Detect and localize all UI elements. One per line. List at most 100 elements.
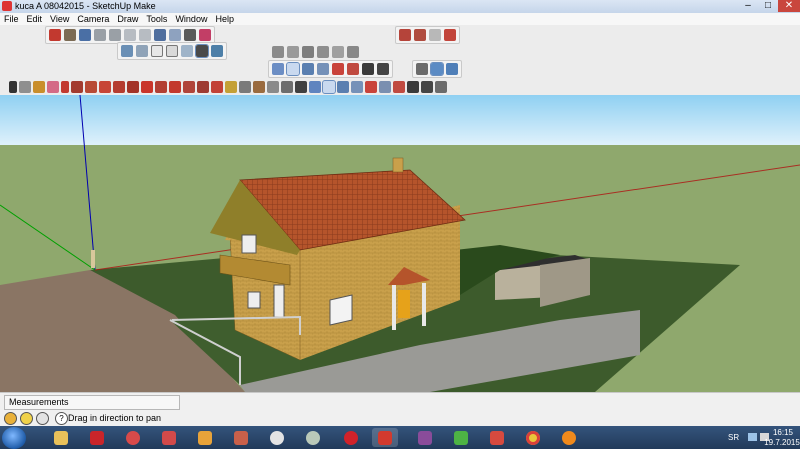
model-scene[interactable] bbox=[0, 95, 800, 392]
select-icon[interactable] bbox=[9, 81, 17, 93]
hidden-line-icon[interactable] bbox=[166, 45, 178, 57]
line-icon[interactable] bbox=[61, 81, 69, 93]
dimension-icon[interactable] bbox=[267, 81, 279, 93]
close-button[interactable]: ✕ bbox=[778, 0, 800, 12]
style-builder-icon[interactable] bbox=[484, 428, 510, 447]
top-view-icon[interactable] bbox=[287, 46, 299, 58]
menu-view[interactable]: View bbox=[46, 13, 73, 25]
media-center-icon[interactable] bbox=[120, 428, 146, 447]
orbit-icon[interactable] bbox=[272, 63, 284, 75]
arc-icon[interactable] bbox=[71, 81, 83, 93]
front-view-icon[interactable] bbox=[302, 46, 314, 58]
move-icon[interactable] bbox=[141, 81, 153, 93]
minimize-button[interactable]: – bbox=[738, 0, 758, 12]
zoom-window-icon[interactable] bbox=[317, 63, 329, 75]
zoom-extents-icon[interactable] bbox=[332, 63, 344, 75]
cut-icon[interactable] bbox=[94, 29, 106, 41]
text-icon[interactable] bbox=[239, 81, 251, 93]
orbit-tool-icon[interactable] bbox=[309, 81, 321, 93]
scale-icon[interactable] bbox=[197, 81, 209, 93]
measurements-box[interactable]: Measurements bbox=[4, 395, 180, 410]
left-view-icon[interactable] bbox=[347, 46, 359, 58]
sketchup-layout-icon[interactable] bbox=[156, 428, 182, 447]
iso-view-icon[interactable] bbox=[272, 46, 284, 58]
chrome-icon[interactable] bbox=[520, 428, 546, 447]
zoom-tool-icon[interactable] bbox=[337, 81, 349, 93]
walk-tool-icon[interactable] bbox=[407, 81, 419, 93]
position-camera-icon[interactable] bbox=[347, 63, 359, 75]
geo-location-icon[interactable] bbox=[4, 412, 17, 425]
menu-camera[interactable]: Camera bbox=[73, 13, 113, 25]
save-icon[interactable] bbox=[79, 29, 91, 41]
model-info-icon[interactable] bbox=[49, 29, 61, 41]
3d-text-icon[interactable] bbox=[295, 81, 307, 93]
zoom-icon[interactable] bbox=[302, 63, 314, 75]
protractor-icon[interactable] bbox=[281, 81, 293, 93]
look-around-icon[interactable] bbox=[377, 63, 389, 75]
erase-icon[interactable] bbox=[139, 29, 151, 41]
make-component-icon[interactable] bbox=[19, 81, 31, 93]
help-icon[interactable]: ? bbox=[55, 412, 68, 425]
section-plane-icon[interactable] bbox=[416, 63, 428, 75]
user-icon[interactable] bbox=[199, 29, 211, 41]
utorrent-icon[interactable] bbox=[448, 428, 474, 447]
menu-draw[interactable]: Draw bbox=[113, 13, 142, 25]
undo-icon[interactable] bbox=[154, 29, 166, 41]
sketchup-icon[interactable] bbox=[372, 428, 398, 447]
start-button[interactable] bbox=[2, 427, 26, 449]
pan-icon[interactable] bbox=[286, 62, 300, 76]
section-plane-tool-icon[interactable] bbox=[435, 81, 447, 93]
freehand-icon[interactable] bbox=[85, 81, 97, 93]
axes-icon[interactable] bbox=[253, 81, 265, 93]
print-icon[interactable] bbox=[184, 29, 196, 41]
wireframe-icon[interactable] bbox=[151, 45, 163, 57]
rectangle-icon[interactable] bbox=[99, 81, 111, 93]
circle-icon[interactable] bbox=[113, 81, 125, 93]
sign-in-icon[interactable] bbox=[36, 412, 49, 425]
photo-viewer-icon[interactable] bbox=[228, 428, 254, 447]
media-player-icon[interactable] bbox=[192, 428, 218, 447]
zoom-window-tool-icon[interactable] bbox=[351, 81, 363, 93]
shaded-icon[interactable] bbox=[181, 45, 193, 57]
follow-me-icon[interactable] bbox=[183, 81, 195, 93]
tape-measure-icon[interactable] bbox=[225, 81, 237, 93]
winrar-icon[interactable] bbox=[412, 428, 438, 447]
zoom-extents-tool-icon[interactable] bbox=[365, 81, 377, 93]
opera-icon[interactable] bbox=[338, 428, 364, 447]
menu-window[interactable]: Window bbox=[171, 13, 211, 25]
pan-tool-icon[interactable] bbox=[322, 80, 336, 94]
network-icon[interactable] bbox=[748, 433, 757, 441]
shaded-textures-icon[interactable] bbox=[195, 44, 209, 58]
menu-tools[interactable]: Tools bbox=[142, 13, 171, 25]
back-edges-icon[interactable] bbox=[136, 45, 148, 57]
rotate-icon[interactable] bbox=[169, 81, 181, 93]
imaging-icon[interactable] bbox=[264, 428, 290, 447]
offset-icon[interactable] bbox=[211, 81, 223, 93]
polygon-icon[interactable] bbox=[127, 81, 139, 93]
eraser-icon[interactable] bbox=[47, 81, 59, 93]
menu-help[interactable]: Help bbox=[211, 13, 238, 25]
extension-warehouse-icon[interactable] bbox=[444, 29, 456, 41]
xray-icon[interactable] bbox=[121, 45, 133, 57]
clock-time[interactable]: 16:15 bbox=[770, 428, 796, 437]
redo-icon[interactable] bbox=[169, 29, 181, 41]
share-component-icon[interactable] bbox=[429, 29, 441, 41]
explorer-icon[interactable] bbox=[48, 428, 74, 447]
maximize-button[interactable]: □ bbox=[758, 0, 778, 12]
push-pull-icon[interactable] bbox=[155, 81, 167, 93]
menu-file[interactable]: File bbox=[0, 13, 23, 25]
previous-view-icon[interactable] bbox=[379, 81, 391, 93]
language-indicator[interactable]: SR bbox=[728, 433, 739, 442]
acrobat-icon[interactable] bbox=[84, 428, 110, 447]
dvd-icon[interactable] bbox=[300, 428, 326, 447]
clock-date[interactable]: 19.7.2015 bbox=[764, 438, 800, 447]
components-icon[interactable] bbox=[64, 29, 76, 41]
look-around-tool-icon[interactable] bbox=[421, 81, 433, 93]
vlc-icon[interactable] bbox=[556, 428, 582, 447]
menu-edit[interactable]: Edit bbox=[23, 13, 47, 25]
paint-bucket-icon[interactable] bbox=[33, 81, 45, 93]
right-view-icon[interactable] bbox=[317, 46, 329, 58]
paste-icon[interactable] bbox=[124, 29, 136, 41]
section-fill-icon[interactable] bbox=[446, 63, 458, 75]
position-camera-tool-icon[interactable] bbox=[393, 81, 405, 93]
